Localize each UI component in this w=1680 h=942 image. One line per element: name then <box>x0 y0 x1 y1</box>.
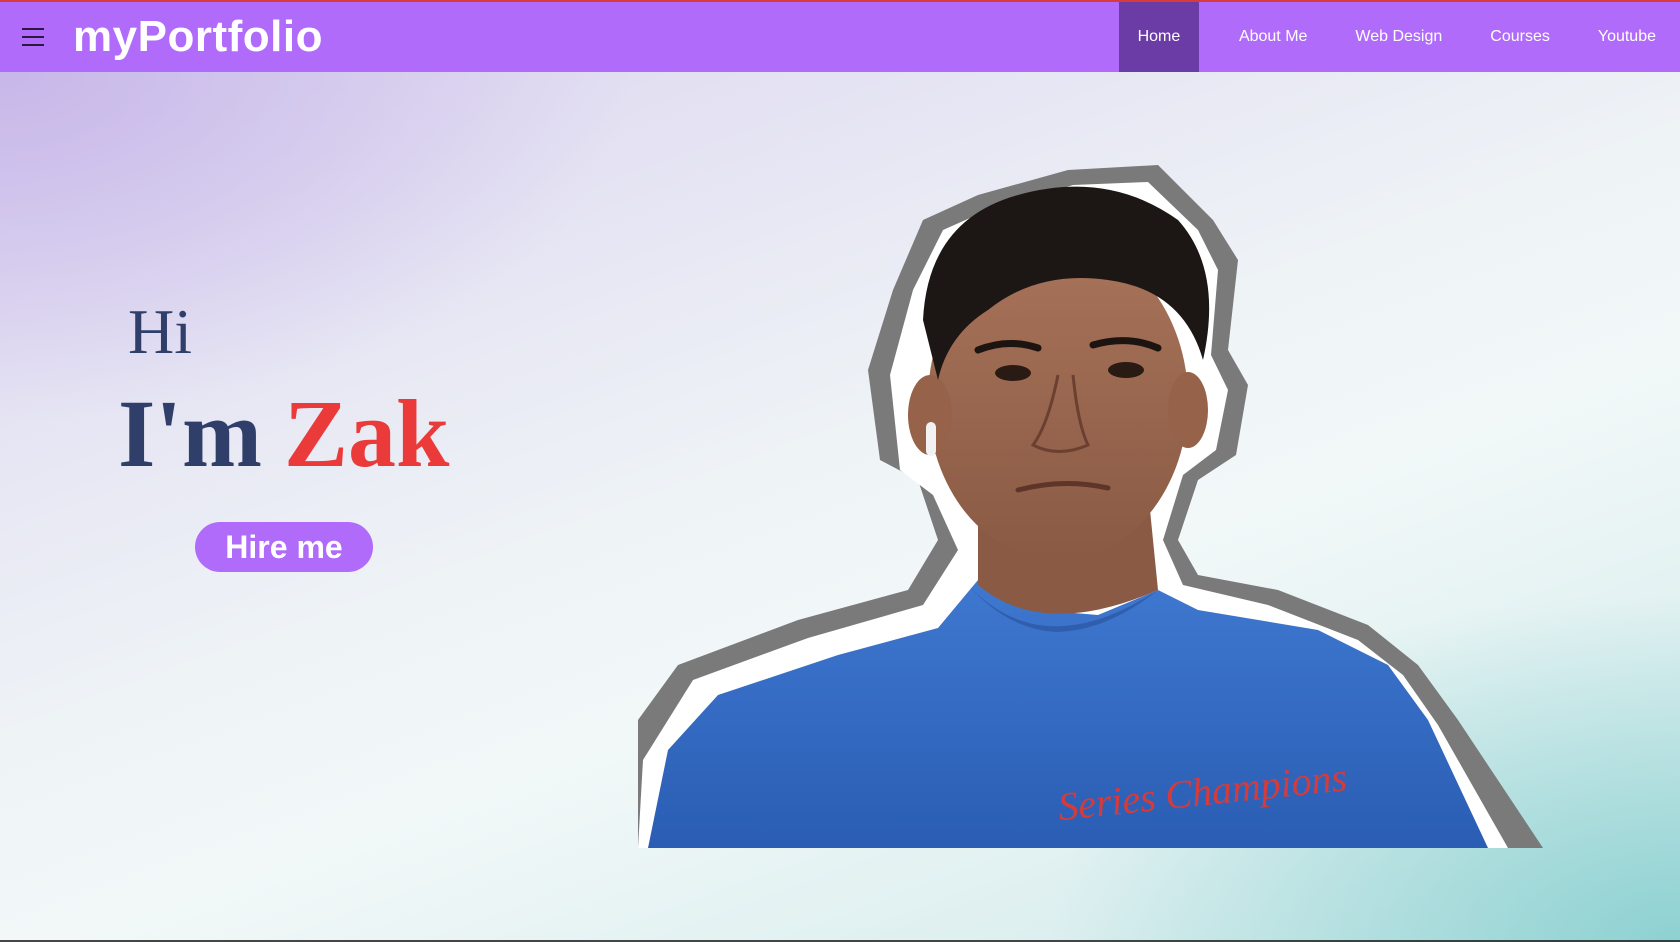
hamburger-menu-icon[interactable] <box>22 28 46 46</box>
nav-item-youtube[interactable]: Youtube <box>1574 2 1680 72</box>
site-logo-title[interactable]: myPortfolio <box>73 12 323 62</box>
portrait-photo: Series Champions <box>638 165 1543 848</box>
nav-item-home[interactable]: Home <box>1118 2 1199 72</box>
top-navbar: myPortfolio Home About Me Web Design Cou… <box>0 2 1680 72</box>
hire-me-button[interactable]: Hire me <box>195 522 373 572</box>
nav-item-courses[interactable]: Courses <box>1466 2 1574 72</box>
hero-heading: I'm Zak <box>118 378 449 489</box>
hero-greeting: Hi <box>128 296 192 367</box>
hero-intro: I'm <box>118 380 262 487</box>
main-nav: Home About Me Web Design Courses Youtube <box>1118 2 1680 72</box>
nav-item-web-design[interactable]: Web Design <box>1331 2 1466 72</box>
nav-item-about-me[interactable]: About Me <box>1215 2 1331 72</box>
top-accent-line <box>0 0 1680 2</box>
hero-name: Zak <box>284 380 450 487</box>
